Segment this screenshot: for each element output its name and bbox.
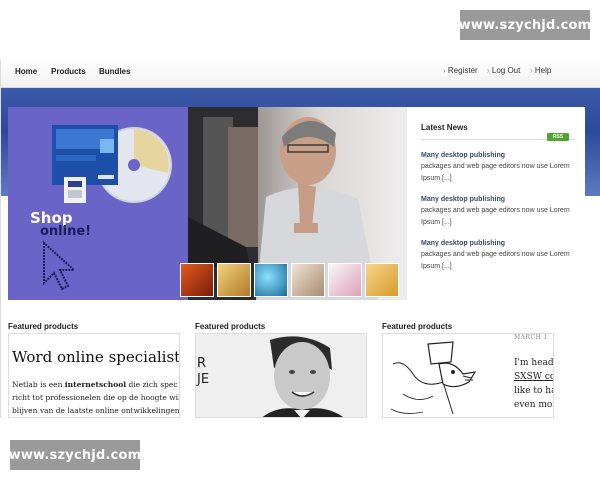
thumbnail-5[interactable] [328,263,362,297]
news-excerpt-line: packages and web page editors now use Lo… [421,207,570,214]
rss-feed-icon[interactable]: RSS [547,133,569,141]
news-headline[interactable]: Many desktop publishing [421,194,575,205]
news-headline[interactable]: Many desktop publishing [421,238,575,249]
software-box-panel: Shop online! [8,107,188,300]
featured-products-label-2: Featured products [195,322,266,331]
featured-products-label-1: Featured products [8,322,79,331]
thumbnail-3[interactable] [254,263,288,297]
news-item[interactable]: Many desktop publishing packages and web… [421,238,575,273]
news-excerpt-line: packages and web page editors now use Lo… [421,251,570,258]
thumbnail-4[interactable] [291,263,325,297]
latest-news-title: Latest News [421,123,468,132]
featured-product-card-1[interactable]: Word online specialist Netlab is een int… [8,333,180,418]
blog-link[interactable]: SXSW co [514,372,553,382]
blog-text-line: like to ha [514,386,554,396]
blog-text-line: I'm headi [514,358,554,368]
blog-text-line: even more [514,400,553,410]
watermark-bottom: www.szychjd.com [9,440,141,470]
slideshow-thumbnails [180,263,405,297]
product-description: Netlab is een internetschool die zich sp… [12,378,180,417]
software-box-illustration [43,125,172,291]
thumbnail-2[interactable] [217,263,251,297]
nav-bundles[interactable]: Bundles [99,67,131,76]
news-excerpt-line: Ipsum [...] [421,219,452,226]
watermark-top: www.szychjd.com [459,10,591,40]
sketch-creature-illustration [390,341,477,415]
news-item[interactable]: Many desktop publishing packages and web… [421,194,575,229]
description-line: blijven van de laatste online ontwikkeli… [12,406,180,415]
hero-slideshow[interactable]: Shop online! [8,107,407,300]
news-item[interactable]: Many desktop publishing packages and web… [421,150,575,185]
nav-products[interactable]: Products [51,67,86,76]
news-excerpt-line: Ipsum [...] [421,175,452,182]
nav-register[interactable]: Register [443,66,478,75]
news-excerpt-line: Ipsum [...] [421,263,452,270]
featured-products-label-3: Featured products [382,322,453,331]
featured-product-card-3[interactable]: MARCH 1 I'm headi SXSW co like to ha eve… [382,333,554,418]
businessman-portrait [262,336,344,417]
top-navigation: Home Products Bundles Register Log Out H… [1,60,600,88]
website-frame: Home Products Bundles Register Log Out H… [0,60,600,418]
description-line: Netlab is een internetschool die zich sp… [12,380,178,389]
shop-online-tagline: Shop online! [30,211,91,239]
thumbnail-6[interactable] [365,263,399,297]
news-headline[interactable]: Many desktop publishing [421,150,575,161]
latest-news-panel: Latest News RSS Many desktop publishing … [407,107,585,300]
blog-date: MARCH 1 [514,334,549,341]
featured-product-card-2[interactable]: R JE [195,333,367,418]
product-title: Word online specialist [12,348,180,366]
nav-log-out[interactable]: Log Out [487,66,520,75]
thumbnail-1[interactable] [180,263,214,297]
description-line: richt tot professionelen die op de hoogt… [12,393,180,402]
online-word: online! [40,224,92,239]
news-excerpt-line: packages and web page editors now use Lo… [421,163,570,170]
nav-home[interactable]: Home [15,67,37,76]
nav-help[interactable]: Help [530,66,551,75]
